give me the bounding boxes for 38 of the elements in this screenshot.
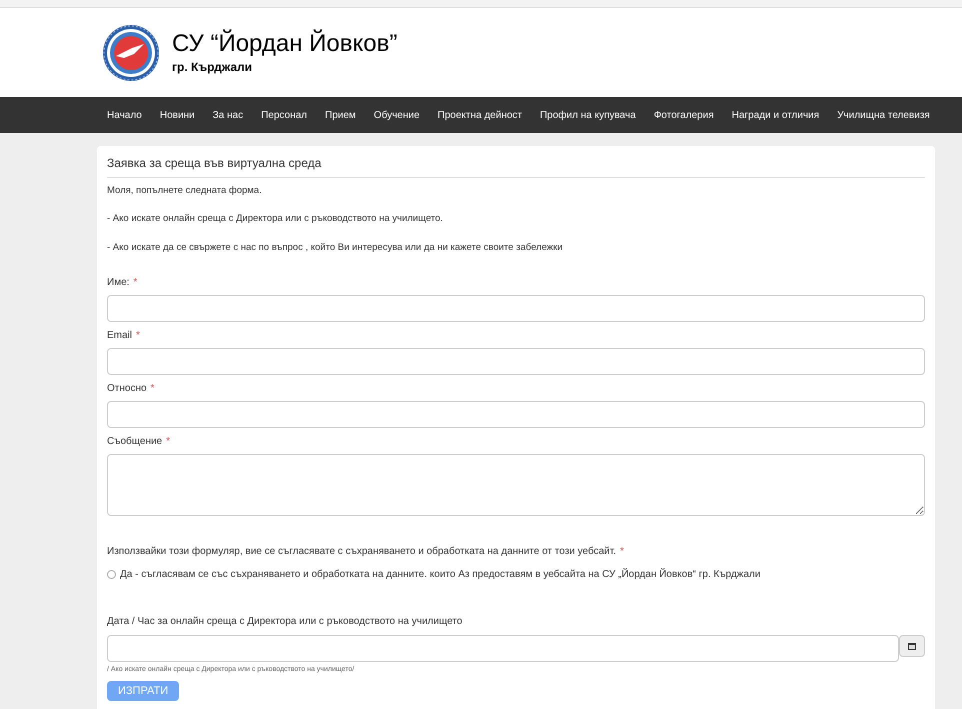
text-input[interactable]: [107, 400, 925, 428]
calendar-icon: [907, 640, 917, 651]
nav-link[interactable]: Профил на купувача: [532, 108, 643, 122]
field-label: Относно: [107, 382, 147, 394]
message-textarea[interactable]: [107, 454, 925, 516]
nav-link[interactable]: Награди и отличия: [724, 108, 826, 122]
consent-text: Използвайки този формуляр, вие се съгласявате с съхраняването и обработката на данните от този уебсайт.: [107, 546, 616, 557]
nav-link[interactable]: Начало: [100, 108, 149, 122]
field-label: Име:: [107, 276, 130, 288]
field-label: Email: [107, 330, 132, 341]
nav-link[interactable]: Прием: [318, 108, 363, 122]
form-title: Заявка за среща във виртуална среда: [107, 154, 925, 178]
intro-text: Моля, попълнете следната форма.: [107, 184, 263, 198]
date-label: Дата / Час за онлайн среща с Директора или с ръководството на училището: [107, 614, 464, 629]
nav-link[interactable]: Персонал: [254, 108, 314, 122]
required-mark: *: [620, 546, 624, 557]
intro-text: - Ако искате да се свържете с нас по въпрос , който Ви интересува или да ни кажете своите забележки: [107, 240, 564, 254]
nav-link[interactable]: Училищна телевизя: [830, 108, 937, 122]
nav-link[interactable]: Обучение: [366, 108, 427, 122]
intro-text: - Ако искате онлайн среща с Директора или с ръководството на училището.: [107, 212, 444, 226]
nav-link[interactable]: Проектна дейност: [430, 108, 529, 122]
date-input[interactable]: [107, 634, 899, 662]
nav-link[interactable]: За нас: [206, 108, 250, 122]
consent-radio[interactable]: [107, 570, 116, 579]
site-title: СУ “Йордан Йовков”: [172, 30, 398, 58]
required-mark: *: [166, 436, 170, 447]
field-label: Съобщение: [107, 436, 162, 447]
school-logo-icon: [102, 24, 160, 82]
calendar-button[interactable]: [899, 634, 925, 657]
nav-link[interactable]: Новини: [152, 108, 202, 122]
site-subtitle: гр. Кърджали: [172, 58, 254, 76]
required-mark: *: [136, 330, 140, 341]
nav-link[interactable]: Фотогалерия: [646, 108, 721, 122]
required-mark: *: [150, 382, 154, 394]
required-mark: *: [133, 276, 138, 288]
consent-option-label: Да - съгласявам се със съхраняването и обработката на данните. които Аз предоставям в уебсайта на СУ „Йордан Йовков“ гр. Кърджали: [120, 567, 760, 582]
text-input[interactable]: [107, 348, 925, 375]
text-input[interactable]: [107, 294, 925, 322]
